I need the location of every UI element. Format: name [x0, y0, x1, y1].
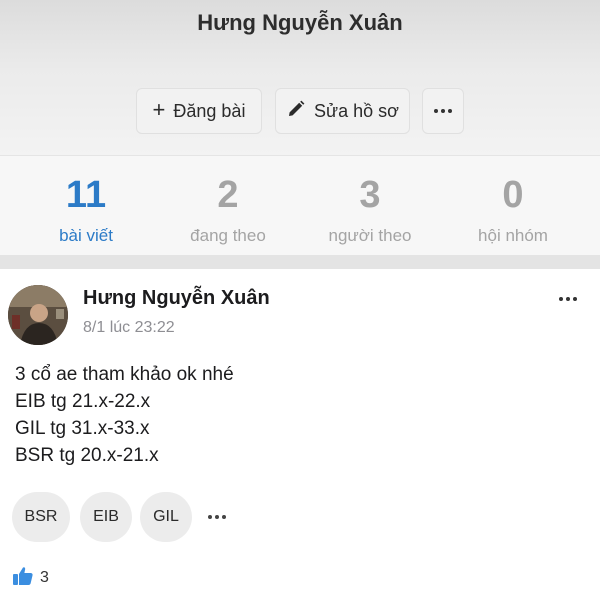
like-count: 3: [40, 569, 49, 586]
post-reactions[interactable]: 3: [12, 566, 49, 591]
more-icon: [208, 515, 226, 519]
stat-groups-label: hội nhóm: [478, 226, 548, 245]
profile-header: Hưng Nguyễn Xuân + Đăng bài Sửa hồ sơ: [0, 0, 600, 155]
profile-name: Hưng Nguyễn Xuân: [197, 10, 403, 35]
stat-following-count: 2: [217, 174, 239, 216]
tag-bsr[interactable]: BSR: [12, 492, 70, 542]
thumbs-up-icon: [12, 566, 34, 591]
profile-actions: + Đăng bài Sửa hồ sơ: [0, 88, 600, 134]
stat-posts[interactable]: 11 bài viết: [16, 174, 156, 246]
pencil-icon: [286, 99, 306, 124]
avatar[interactable]: [8, 285, 68, 345]
post-line: GIL tg 31.x-33.x: [15, 418, 150, 439]
section-divider: [0, 255, 600, 269]
stat-groups-count: 0: [502, 174, 524, 216]
more-icon: [434, 109, 452, 113]
tag-eib[interactable]: EIB: [80, 492, 132, 542]
post-content: 3 cổ ae tham khảo ok nhé EIB tg 21.x-22.…: [15, 361, 234, 469]
stat-followers[interactable]: 3 người theo: [300, 174, 440, 246]
create-post-label: Đăng bài: [173, 100, 246, 121]
profile-stats: 11 bài viết 2 đang theo 3 người theo 0 h…: [0, 155, 600, 255]
stat-groups[interactable]: 0 hội nhóm: [443, 174, 583, 246]
create-post-button[interactable]: + Đăng bài: [136, 88, 262, 134]
more-options-button[interactable]: [422, 88, 464, 134]
edit-profile-label: Sửa hồ sơ: [314, 100, 399, 121]
post-card: Hưng Nguyễn Xuân 8/1 lúc 23:22 3 cổ ae t…: [0, 269, 600, 600]
post-options-button[interactable]: [553, 291, 583, 307]
tag-gil[interactable]: GIL: [140, 492, 192, 542]
stat-following[interactable]: 2 đang theo: [158, 174, 298, 246]
stat-followers-count: 3: [359, 174, 381, 216]
more-tags-button[interactable]: [204, 512, 230, 522]
stat-posts-count: 11: [65, 174, 107, 216]
stat-following-label: đang theo: [190, 226, 266, 245]
stat-posts-label: bài viết: [59, 226, 113, 245]
post-line: BSR tg 20.x-21.x: [15, 445, 159, 466]
edit-profile-button[interactable]: Sửa hồ sơ: [275, 88, 410, 134]
plus-icon: +: [152, 97, 166, 122]
post-line: 3 cổ ae tham khảo ok nhé: [15, 364, 234, 385]
more-icon: [559, 297, 577, 301]
post-author-name[interactable]: Hưng Nguyễn Xuân: [83, 287, 270, 310]
post-timestamp: 8/1 lúc 23:22: [83, 319, 175, 336]
stat-followers-label: người theo: [328, 226, 412, 245]
post-line: EIB tg 21.x-22.x: [15, 391, 151, 412]
